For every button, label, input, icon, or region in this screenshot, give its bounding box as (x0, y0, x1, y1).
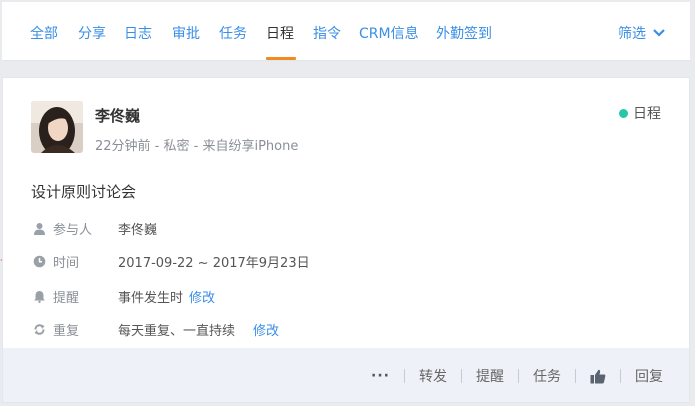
bell-icon (34, 290, 45, 303)
post-meta: 22分钟前 - 私密 - 来自纷享iPhone (95, 139, 299, 154)
schedule-title: 设计原则讨论会 (31, 183, 137, 201)
time-value: 2017-09-22 ~ 2017年9月23日 (118, 255, 310, 271)
tab-field-checkin[interactable]: 外勤签到 (436, 23, 492, 43)
divider (518, 369, 519, 383)
repeat-row: 重复 每天重复、一直持续 修改 (33, 319, 279, 339)
clock-icon (33, 255, 46, 267)
divider (404, 369, 405, 383)
participants-row: 参与人 李佟巍 (33, 218, 157, 238)
reminder-value: 事件发生时 (118, 290, 184, 306)
person-icon (34, 222, 45, 235)
task-button[interactable]: 任务 (533, 366, 561, 386)
filter-tab-bar: 全部 分享 日志 审批 任务 日程 指令 CRM信息 外勤签到 筛选 (2, 2, 690, 61)
reply-button[interactable]: 回复 (635, 366, 663, 386)
filter-dropdown[interactable]: 筛选 (618, 23, 666, 43)
repeat-label: 重复 (53, 323, 80, 339)
repeat-value: 每天重复、一直持续 (118, 323, 236, 339)
status-dot-icon (619, 108, 628, 118)
time-row: 时间 2017-09-22 ~ 2017年9月23日 (33, 251, 310, 271)
reminder-edit-link[interactable]: 修改 (189, 287, 215, 306)
author-name[interactable]: 李佟巍 (95, 105, 140, 126)
tab-approval[interactable]: 审批 (172, 23, 200, 43)
tab-log[interactable]: 日志 (124, 23, 152, 43)
tab-crm[interactable]: CRM信息 (359, 23, 419, 43)
reminder-label: 提醒 (53, 290, 80, 306)
avatar[interactable] (31, 101, 83, 153)
active-tab-indicator (266, 57, 296, 60)
forward-button[interactable]: 转发 (419, 366, 447, 386)
repeat-icon (34, 323, 45, 335)
tab-schedule[interactable]: 日程 (266, 23, 294, 43)
time-label: 时间 (53, 255, 80, 271)
divider (461, 369, 462, 383)
participants-label: 参与人 (53, 222, 93, 238)
tab-instruction[interactable]: 指令 (313, 23, 341, 43)
divider (620, 369, 621, 383)
tab-all[interactable]: 全部 (30, 23, 58, 43)
tab-task[interactable]: 任务 (219, 23, 247, 43)
chevron-down-icon (653, 29, 665, 37)
schedule-post-card: 李佟巍 22分钟前 - 私密 - 来自纷享iPhone 日程 设计原则讨论会 参… (2, 77, 690, 403)
post-type-badge: 日程 (619, 103, 661, 123)
repeat-edit-link[interactable]: 修改 (253, 320, 279, 339)
filter-label: 筛选 (618, 26, 646, 42)
post-action-bar: ··· 转发 提醒 任务 回复 (3, 348, 689, 402)
reminder-row: 提醒 事件发生时 修改 (33, 286, 215, 306)
participants-value[interactable]: 李佟巍 (118, 219, 157, 238)
more-actions-button[interactable]: ··· (371, 368, 390, 384)
divider (575, 369, 576, 383)
post-type-label: 日程 (633, 106, 661, 122)
thumbs-up-icon[interactable] (590, 369, 606, 384)
tab-share[interactable]: 分享 (78, 23, 106, 43)
remind-button[interactable]: 提醒 (476, 366, 504, 386)
